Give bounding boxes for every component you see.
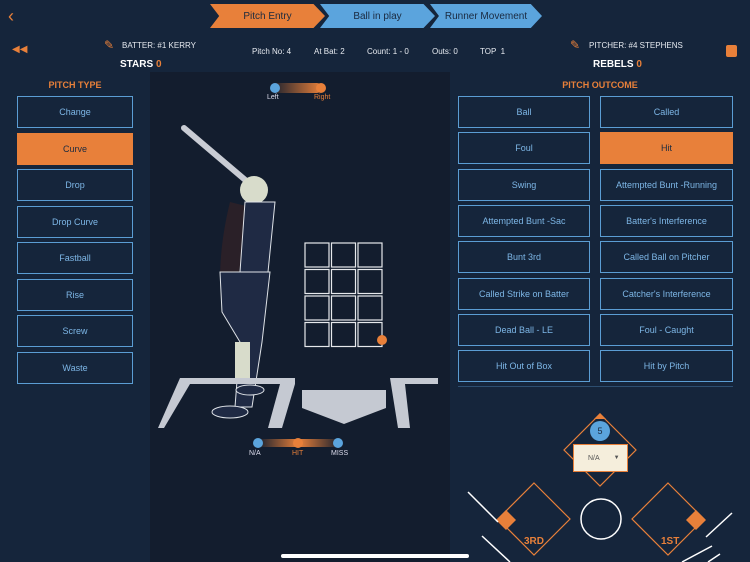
chevron-down-icon: ▼: [613, 455, 620, 461]
outcome-attempted-bunt-running[interactable]: Attempted Bunt -Running: [600, 168, 733, 201]
contact-miss-dot[interactable]: [333, 438, 343, 448]
contact-miss-label: MISS: [331, 450, 349, 457]
outcome-dead-ball-le[interactable]: Dead Ball - LE: [458, 313, 590, 346]
home-score: 0: [155, 59, 162, 70]
fielder-number-badge[interactable]: 5: [590, 421, 610, 441]
strike-zone-cell[interactable]: [357, 242, 383, 268]
edit-pitcher-icon[interactable]: ✎: [570, 38, 580, 52]
pitch-type-fastball[interactable]: Fastball: [17, 242, 133, 274]
fielder-select-value: N/A: [588, 454, 600, 462]
pitch-type-title: PITCH TYPE: [48, 80, 102, 90]
outcome-attempted-bunt-sac[interactable]: Attempted Bunt -Sac: [458, 204, 590, 237]
at-bat: At Bat: 2: [314, 47, 345, 56]
pitch-type-waste[interactable]: Waste: [17, 351, 133, 384]
outcome-called[interactable]: Called: [600, 96, 733, 128]
contact-hit-label: HIT: [292, 450, 304, 457]
pitch-no: Pitch No: 4: [252, 47, 292, 56]
fielder-select[interactable]: N/A ▼: [573, 444, 628, 472]
contact-na-dot[interactable]: [253, 438, 263, 448]
strike-zone-cell[interactable]: [304, 321, 330, 348]
strike-zone-cell[interactable]: [357, 295, 383, 321]
inning: TOP 1: [480, 47, 506, 56]
edit-batter-icon[interactable]: ✎: [104, 38, 114, 52]
home-plate-area: [158, 378, 438, 428]
pitch-type-curve[interactable]: Curve: [17, 132, 133, 165]
outcome-swing[interactable]: Swing: [458, 168, 590, 201]
home-indicator: [281, 554, 469, 558]
strike-zone-cell[interactable]: [304, 242, 330, 268]
pitcher-label: PITCHER: #4 STEPHENS: [589, 41, 683, 50]
rewind-icon[interactable]: ◀◀: [12, 44, 27, 55]
outcome-bunt-3rd[interactable]: Bunt 3rd: [458, 241, 590, 274]
home-team: STARS 0: [120, 59, 162, 70]
pitch-outcome-title: PITCH OUTCOME: [562, 80, 638, 90]
strike-zone-grid[interactable]: [304, 242, 383, 348]
strike-zone-cell[interactable]: [330, 242, 357, 268]
away-team: REBELS 0: [593, 59, 642, 70]
outcome-foul[interactable]: Foul: [458, 132, 590, 165]
save-icon[interactable]: [726, 45, 737, 57]
strike-zone-cell[interactable]: [330, 268, 357, 295]
count: Count: 1 - 0: [367, 47, 409, 56]
pitch-type-change[interactable]: Change: [17, 96, 133, 128]
outcome-called-ball-on-pitcher[interactable]: Called Ball on Pitcher: [600, 241, 733, 274]
outcome-batter-s-interference[interactable]: Batter's Interference: [600, 204, 733, 237]
strike-zone-cell[interactable]: [304, 295, 330, 321]
home-team-name: STARS: [120, 59, 154, 70]
outcome-hit-by-pitch[interactable]: Hit by Pitch: [600, 350, 733, 383]
away-team-name: REBELS: [593, 59, 634, 70]
contact-na-label: N/A: [249, 450, 261, 457]
outcome-hit[interactable]: Hit: [600, 132, 733, 165]
batter-figure: [181, 125, 276, 419]
outcome-hit-out-of-box[interactable]: Hit Out of Box: [458, 350, 590, 383]
outcome-list-overflow: [458, 386, 733, 400]
third-base-label: 3RD: [524, 536, 545, 547]
strike-zone-cell[interactable]: [304, 268, 330, 295]
pitch-type-screw[interactable]: Screw: [17, 315, 133, 347]
away-score: 0: [636, 59, 642, 70]
step-pitch-entry[interactable]: Pitch Entry: [210, 4, 325, 28]
outcome-foul-caught[interactable]: Foul - Caught: [600, 313, 733, 346]
step-ball-in-play[interactable]: Ball in play: [320, 4, 435, 28]
field-drawing: [158, 125, 438, 428]
pitch-location-marker: [377, 335, 387, 345]
pitch-type-drop[interactable]: Drop: [17, 169, 133, 201]
contact-hit-dot[interactable]: [293, 438, 303, 448]
outs: Outs: 0: [432, 47, 458, 56]
strike-zone-cell[interactable]: [357, 268, 383, 295]
back-button[interactable]: ‹: [8, 6, 14, 27]
strike-zone-cell[interactable]: [330, 321, 357, 348]
pitch-type-drop-curve[interactable]: Drop Curve: [17, 205, 133, 238]
strike-zone-cell[interactable]: [330, 295, 357, 321]
outcome-catcher-s-interference[interactable]: Catcher's Interference: [600, 277, 733, 310]
outcome-ball[interactable]: Ball: [458, 96, 590, 128]
pitch-location-panel: Left Right N/A HIT MISS: [150, 72, 450, 562]
first-base-label: 1ST: [661, 536, 680, 547]
pitch-type-rise[interactable]: Rise: [17, 278, 133, 311]
step-runner-movement[interactable]: Runner Movement: [430, 4, 542, 28]
batter-label: BATTER: #1 KERRY: [122, 41, 196, 50]
outcome-called-strike-on-batter[interactable]: Called Strike on Batter: [458, 277, 590, 310]
